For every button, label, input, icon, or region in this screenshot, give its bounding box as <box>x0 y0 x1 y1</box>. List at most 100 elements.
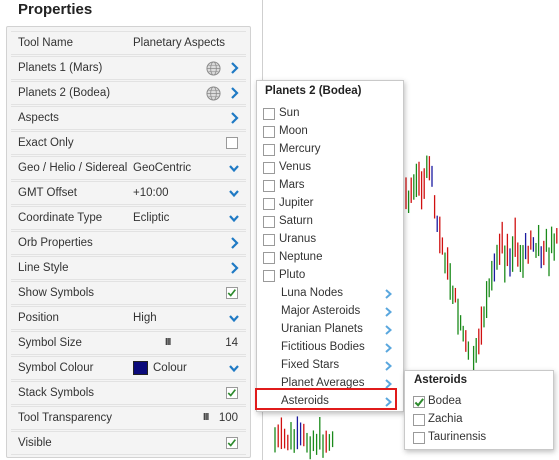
chevron-down-icon[interactable] <box>228 210 240 226</box>
row-exact-only[interactable]: Exact Only <box>11 131 246 155</box>
chevron-right-icon[interactable] <box>228 60 240 76</box>
chevron-right-icon[interactable] <box>383 324 393 336</box>
asteroid-label-bodea[interactable]: Bodea <box>428 395 461 407</box>
row-label: Aspects <box>18 112 59 124</box>
row-label: Exact Only <box>18 137 74 149</box>
visible-checkbox[interactable] <box>226 437 238 449</box>
planet-label-uranus[interactable]: Uranus <box>279 233 316 245</box>
planet-label-mercury[interactable]: Mercury <box>279 143 321 155</box>
checkmark-icon <box>414 398 424 407</box>
chevron-down-icon[interactable] <box>228 160 240 176</box>
asteroid-checkbox-taurinensis[interactable] <box>413 432 425 444</box>
chevron-right-icon[interactable] <box>228 85 240 101</box>
row-label: Visible <box>18 437 52 449</box>
chevron-down-icon[interactable] <box>228 360 240 376</box>
asteroids-highlight <box>255 388 397 410</box>
row-label: Show Symbols <box>18 287 95 299</box>
row-label: Tool Name <box>18 37 73 49</box>
planet-label-moon[interactable]: Moon <box>279 125 308 137</box>
row-stack-symbols[interactable]: Stack Symbols <box>11 381 246 405</box>
row-visible[interactable]: Visible <box>11 431 246 455</box>
globe-icon[interactable] <box>206 86 221 101</box>
stack-symbols-checkbox[interactable] <box>226 387 238 399</box>
row-label: Coordinate Type <box>18 212 103 224</box>
submenu-item-fixed-stars[interactable]: Fixed Stars <box>281 359 339 371</box>
planet-checkbox-jupiter[interactable] <box>263 198 275 210</box>
row-coordinate-type[interactable]: Coordinate Type Ecliptic <box>11 206 246 230</box>
chevron-right-icon[interactable] <box>228 235 240 251</box>
coordinate-type-value[interactable]: Ecliptic <box>133 212 169 224</box>
symbol-size-value[interactable]: 14 <box>225 337 238 349</box>
row-position[interactable]: Position High <box>11 306 246 330</box>
row-aspects[interactable]: Aspects <box>11 106 246 130</box>
planet-checkbox-venus[interactable] <box>263 162 275 174</box>
chevron-right-icon[interactable] <box>383 342 393 354</box>
row-label: Line Style <box>18 262 69 274</box>
chevron-right-icon[interactable] <box>228 260 240 276</box>
chevron-right-icon[interactable] <box>383 288 393 300</box>
asteroid-label-zachia[interactable]: Zachia <box>428 413 463 425</box>
planet-label-pluto[interactable]: Pluto <box>279 269 305 281</box>
checkmark-icon <box>227 289 236 297</box>
planet-checkbox-mercury[interactable] <box>263 144 275 156</box>
chevron-right-icon[interactable] <box>228 110 240 126</box>
row-tool-name[interactable]: Tool Name Planetary Aspects <box>11 31 246 55</box>
tool-transparency-value[interactable]: 100 <box>219 412 238 424</box>
symbol-colour-value[interactable]: Colour <box>153 362 187 374</box>
chevron-down-icon[interactable] <box>228 185 240 201</box>
geo-select-value[interactable]: GeoCentric <box>133 162 191 174</box>
color-swatch[interactable] <box>133 361 148 375</box>
planet-checkbox-sun[interactable] <box>263 108 275 120</box>
exact-only-checkbox[interactable] <box>226 137 238 149</box>
row-label: Symbol Size <box>18 337 82 349</box>
planets-menu: Planets 2 (Bodea) Sun Moon Mercury Venus Mar… <box>256 80 404 412</box>
row-line-style[interactable]: Line Style <box>11 256 246 280</box>
planet-checkbox-uranus[interactable] <box>263 234 275 246</box>
position-value[interactable]: High <box>133 312 157 324</box>
chevron-right-icon[interactable] <box>383 360 393 372</box>
slider-handle-icon[interactable]: III <box>165 337 171 348</box>
planet-checkbox-moon[interactable] <box>263 126 275 138</box>
row-label: Symbol Colour <box>18 362 94 374</box>
row-planets-2[interactable]: Planets 2 (Bodea) <box>11 81 246 105</box>
row-label: Stack Symbols <box>18 387 95 399</box>
planet-label-sun[interactable]: Sun <box>279 107 299 119</box>
row-label: GMT Offset <box>18 187 78 199</box>
planet-label-venus[interactable]: Venus <box>279 161 311 173</box>
submenu-item-fictitious-bodies[interactable]: Fictitious Bodies <box>281 341 365 353</box>
slider-handle-icon[interactable]: III <box>203 412 209 423</box>
submenu-item-major-asteroids[interactable]: Major Asteroids <box>281 305 360 317</box>
planet-checkbox-pluto[interactable] <box>263 270 275 282</box>
asteroid-checkbox-bodea[interactable] <box>413 396 425 408</box>
asteroid-checkbox-zachia[interactable] <box>413 414 425 426</box>
submenu-item-luna-nodes[interactable]: Luna Nodes <box>281 287 343 299</box>
chevron-right-icon[interactable] <box>383 306 393 318</box>
chevron-down-icon[interactable] <box>228 310 240 326</box>
planet-label-mars[interactable]: Mars <box>279 179 305 191</box>
row-orb-properties[interactable]: Orb Properties <box>11 231 246 255</box>
planet-label-jupiter[interactable]: Jupiter <box>279 197 314 209</box>
asteroids-menu-title: Asteroids <box>414 374 468 386</box>
asteroids-menu: Asteroids Bodea Zachia Taurinensis <box>404 370 554 450</box>
tool-name-value[interactable]: Planetary Aspects <box>133 37 225 49</box>
row-symbol-size[interactable]: Symbol Size III 14 <box>11 331 246 355</box>
row-gmt-offset[interactable]: GMT Offset +10:00 <box>11 181 246 205</box>
globe-icon[interactable] <box>206 61 221 76</box>
row-tool-transparency[interactable]: Tool Transparency III 100 <box>11 406 246 430</box>
checkmark-icon <box>227 389 236 397</box>
planet-label-saturn[interactable]: Saturn <box>279 215 313 227</box>
asteroid-label-taurinensis[interactable]: Taurinensis <box>428 431 486 443</box>
row-geo-helio-sidereal[interactable]: Geo / Helio / Sidereal GeoCentric <box>11 156 246 180</box>
row-label: Planets 2 (Bodea) <box>18 87 111 99</box>
gmt-offset-value[interactable]: +10:00 <box>133 187 169 199</box>
planet-checkbox-saturn[interactable] <box>263 216 275 228</box>
row-symbol-colour[interactable]: Symbol Colour Colour <box>11 356 246 380</box>
row-label: Tool Transparency <box>18 412 112 424</box>
show-symbols-checkbox[interactable] <box>226 287 238 299</box>
submenu-item-uranian-planets[interactable]: Uranian Planets <box>281 323 363 335</box>
planet-checkbox-neptune[interactable] <box>263 252 275 264</box>
planet-checkbox-mars[interactable] <box>263 180 275 192</box>
row-show-symbols[interactable]: Show Symbols <box>11 281 246 305</box>
row-planets-1[interactable]: Planets 1 (Mars) <box>11 56 246 80</box>
planet-label-neptune[interactable]: Neptune <box>279 251 322 263</box>
